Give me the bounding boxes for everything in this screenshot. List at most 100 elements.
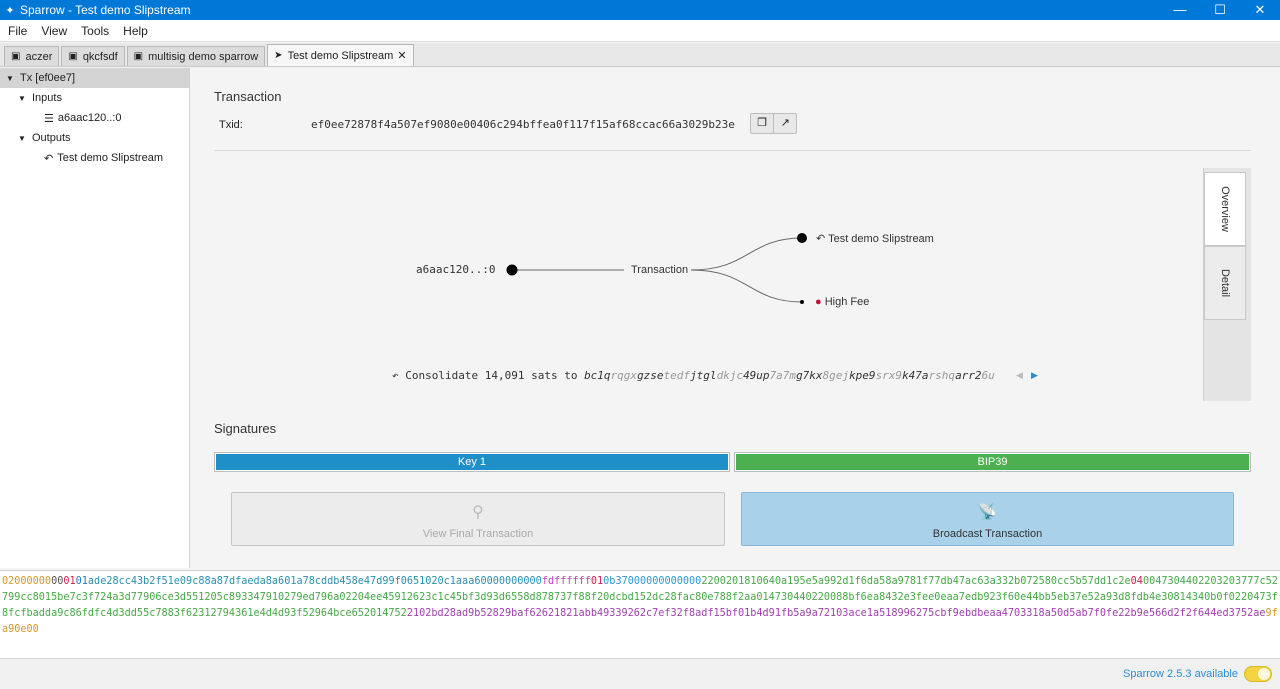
- transaction-diagram: a6aac120..:0 Transaction ↶ Test demo Sli…: [214, 168, 1251, 401]
- copy-icon[interactable]: ❐: [751, 114, 773, 133]
- satellite-icon: 📡: [977, 504, 998, 521]
- tree-item-outputs[interactable]: ▼ Outputs: [0, 128, 189, 148]
- collapse-arrow-icon[interactable]: ▼: [6, 74, 16, 83]
- input-node: [506, 264, 518, 276]
- txid-actions: ❐ ↗: [750, 113, 797, 134]
- status-bar: Sparrow 2.5.3 available: [0, 658, 1280, 689]
- broadcast-transaction-label: Broadcast Transaction: [932, 528, 1043, 540]
- consolidate-address[interactable]: bc1qrqgxgzsetedfjtgldkjc49up7a7mg7kx8gej…: [584, 369, 995, 382]
- address-chunk: rshq: [928, 369, 956, 382]
- hex-segment: 01: [75, 576, 88, 587]
- diagram-fee[interactable]: ● High Fee: [815, 296, 869, 308]
- tree-label: a6aac120..:0: [57, 112, 122, 124]
- address-chunk: tedf: [663, 369, 691, 382]
- diagram-output-label: Test demo Slipstream: [828, 233, 934, 245]
- divider: [214, 150, 1251, 151]
- send-icon: ➤: [274, 50, 283, 61]
- tab-detail[interactable]: Detail: [1204, 246, 1246, 320]
- consolidate-icon: ↶: [44, 152, 54, 165]
- address-chunk: 49up: [743, 369, 770, 382]
- close-window-button[interactable]: ✕: [1240, 0, 1280, 20]
- hex-segment: fdffffff: [541, 576, 591, 587]
- tab-test-demo-slipstream[interactable]: ➤ Test demo Slipstream ✕: [267, 44, 414, 66]
- tree-item-output[interactable]: ↶ Test demo Slipstream: [0, 148, 189, 168]
- hex-segment: 01: [590, 576, 604, 587]
- search-icon: ⚲: [472, 504, 484, 521]
- diagram-center-label: Transaction: [631, 264, 689, 276]
- address-chunk: jtgl: [690, 369, 717, 382]
- window-controls: — ☐ ✕: [1160, 0, 1280, 20]
- output-node: [797, 233, 807, 243]
- hex-segment: ade28cc43b2f51e09c88a87dfaeda8a601a78cdd…: [87, 576, 481, 587]
- menu-tools[interactable]: Tools: [75, 24, 115, 38]
- address-chunk: rqgx: [610, 369, 638, 382]
- external-link-icon[interactable]: ↗: [773, 114, 796, 133]
- wallet-tab-bar: ▣ aczer ▣ qkcfsdf ▣ multisig demo sparro…: [0, 43, 1280, 67]
- sparrow-app-icon: ✦: [5, 4, 15, 17]
- coins-icon: ☰: [44, 112, 54, 125]
- server-toggle[interactable]: [1244, 666, 1272, 682]
- tree-item-inputs[interactable]: ▼ Inputs: [0, 88, 189, 108]
- collapse-arrow-icon[interactable]: ▼: [18, 94, 28, 103]
- signature-bip39: BIP39: [734, 452, 1251, 472]
- transaction-tree: ▼ Tx [ef0ee7] ▼ Inputs ☰ a6aac120..:0 ▼ …: [0, 68, 190, 568]
- minimize-button[interactable]: —: [1160, 0, 1200, 20]
- diagram-lines: [506, 233, 807, 304]
- view-final-transaction-button[interactable]: ⚲ View Final Transaction: [231, 492, 725, 546]
- hex-segment: 2102bd28ad9b52829baf62621821abb49339262c…: [406, 608, 1266, 619]
- menu-view[interactable]: View: [35, 24, 73, 38]
- diagram-input-label[interactable]: a6aac120..:0: [416, 263, 495, 276]
- address-chunk: dkjc: [716, 369, 744, 382]
- address-chunk: 8gej: [822, 369, 850, 382]
- tab-multisig-demo-sparrow[interactable]: ▣ multisig demo sparrow: [126, 46, 266, 66]
- key1-fill: Key 1: [216, 454, 728, 470]
- collapse-arrow-icon[interactable]: ▼: [18, 134, 28, 143]
- address-chunk: g7kx: [796, 369, 823, 382]
- tab-qkcfsdf[interactable]: ▣ qkcfsdf: [61, 46, 125, 66]
- tab-overview[interactable]: Overview: [1204, 172, 1246, 246]
- broadcast-transaction-button[interactable]: 📡 Broadcast Transaction: [741, 492, 1234, 546]
- tab-label: qkcfsdf: [82, 50, 118, 63]
- prev-arrow-icon[interactable]: ◀: [1016, 370, 1023, 381]
- menu-file[interactable]: File: [2, 24, 33, 38]
- transaction-hex[interactable]: 02000000000101ade28cc43b2f51e09c88a87dfa…: [0, 570, 1280, 658]
- hex-segment: 0000000000: [480, 576, 542, 587]
- hex-segment: 0b37000000000000: [603, 576, 702, 587]
- address-chunk: arr2: [955, 369, 982, 382]
- next-arrow-icon[interactable]: ▶: [1031, 370, 1038, 381]
- title-bar: ✦ Sparrow - Test demo Slipstream — ☐ ✕: [0, 0, 1280, 20]
- fee-node: [800, 300, 804, 304]
- consolidate-icon: ↶: [816, 233, 826, 245]
- menu-help[interactable]: Help: [117, 24, 154, 38]
- hex-segment: 04: [1130, 576, 1143, 587]
- address-chunk: bc1q: [584, 369, 611, 382]
- diagram-fee-label: High Fee: [824, 296, 870, 308]
- window-title: Sparrow - Test demo Slipstream: [20, 3, 191, 17]
- tab-aczer[interactable]: ▣ aczer: [4, 46, 60, 66]
- transaction-panel: Transaction Txid: ef0ee72878f4a507ef9080…: [192, 68, 1280, 568]
- update-available-link[interactable]: Sparrow 2.5.3 available: [1123, 668, 1238, 680]
- txid-value[interactable]: ef0ee72878f4a507ef9080e00406c294bffea0f1…: [311, 118, 735, 131]
- close-tab-icon[interactable]: ✕: [397, 49, 406, 62]
- tab-label: multisig demo sparrow: [148, 50, 259, 63]
- address-chunk: k47a: [902, 369, 929, 382]
- menu-bar: File View Tools Help: [0, 20, 1280, 42]
- diagram-view-tabs: Overview Detail: [1203, 168, 1251, 401]
- bip39-fill: BIP39: [736, 454, 1249, 470]
- tree-label: Test demo Slipstream: [57, 152, 163, 164]
- tab-overview-label: Overview: [1219, 186, 1231, 232]
- tab-label: Test demo Slipstream: [287, 49, 394, 62]
- maximize-button[interactable]: ☐: [1200, 0, 1240, 20]
- hex-segment: 02000000: [2, 576, 52, 587]
- hex-segment: 2200201810640a195e5a992d1f6da58a9781f77d…: [701, 576, 1131, 587]
- tree-item-input[interactable]: ☰ a6aac120..:0: [0, 108, 189, 128]
- tree-item-tx[interactable]: ▼ Tx [ef0ee7]: [0, 68, 189, 88]
- hex-segment: 01: [63, 576, 76, 587]
- wallet-icon: ▣: [11, 51, 21, 62]
- consolidate-summary: ↶ Consolidate 14,091 sats to bc1qrqgxgzs…: [392, 369, 995, 382]
- diagram-output[interactable]: ↶ Test demo Slipstream: [816, 232, 934, 245]
- tab-label: aczer: [25, 50, 53, 63]
- address-chunk: 6u: [981, 369, 995, 382]
- consolidate-icon: ↶: [392, 369, 399, 382]
- txid-label: Txid:: [219, 119, 243, 131]
